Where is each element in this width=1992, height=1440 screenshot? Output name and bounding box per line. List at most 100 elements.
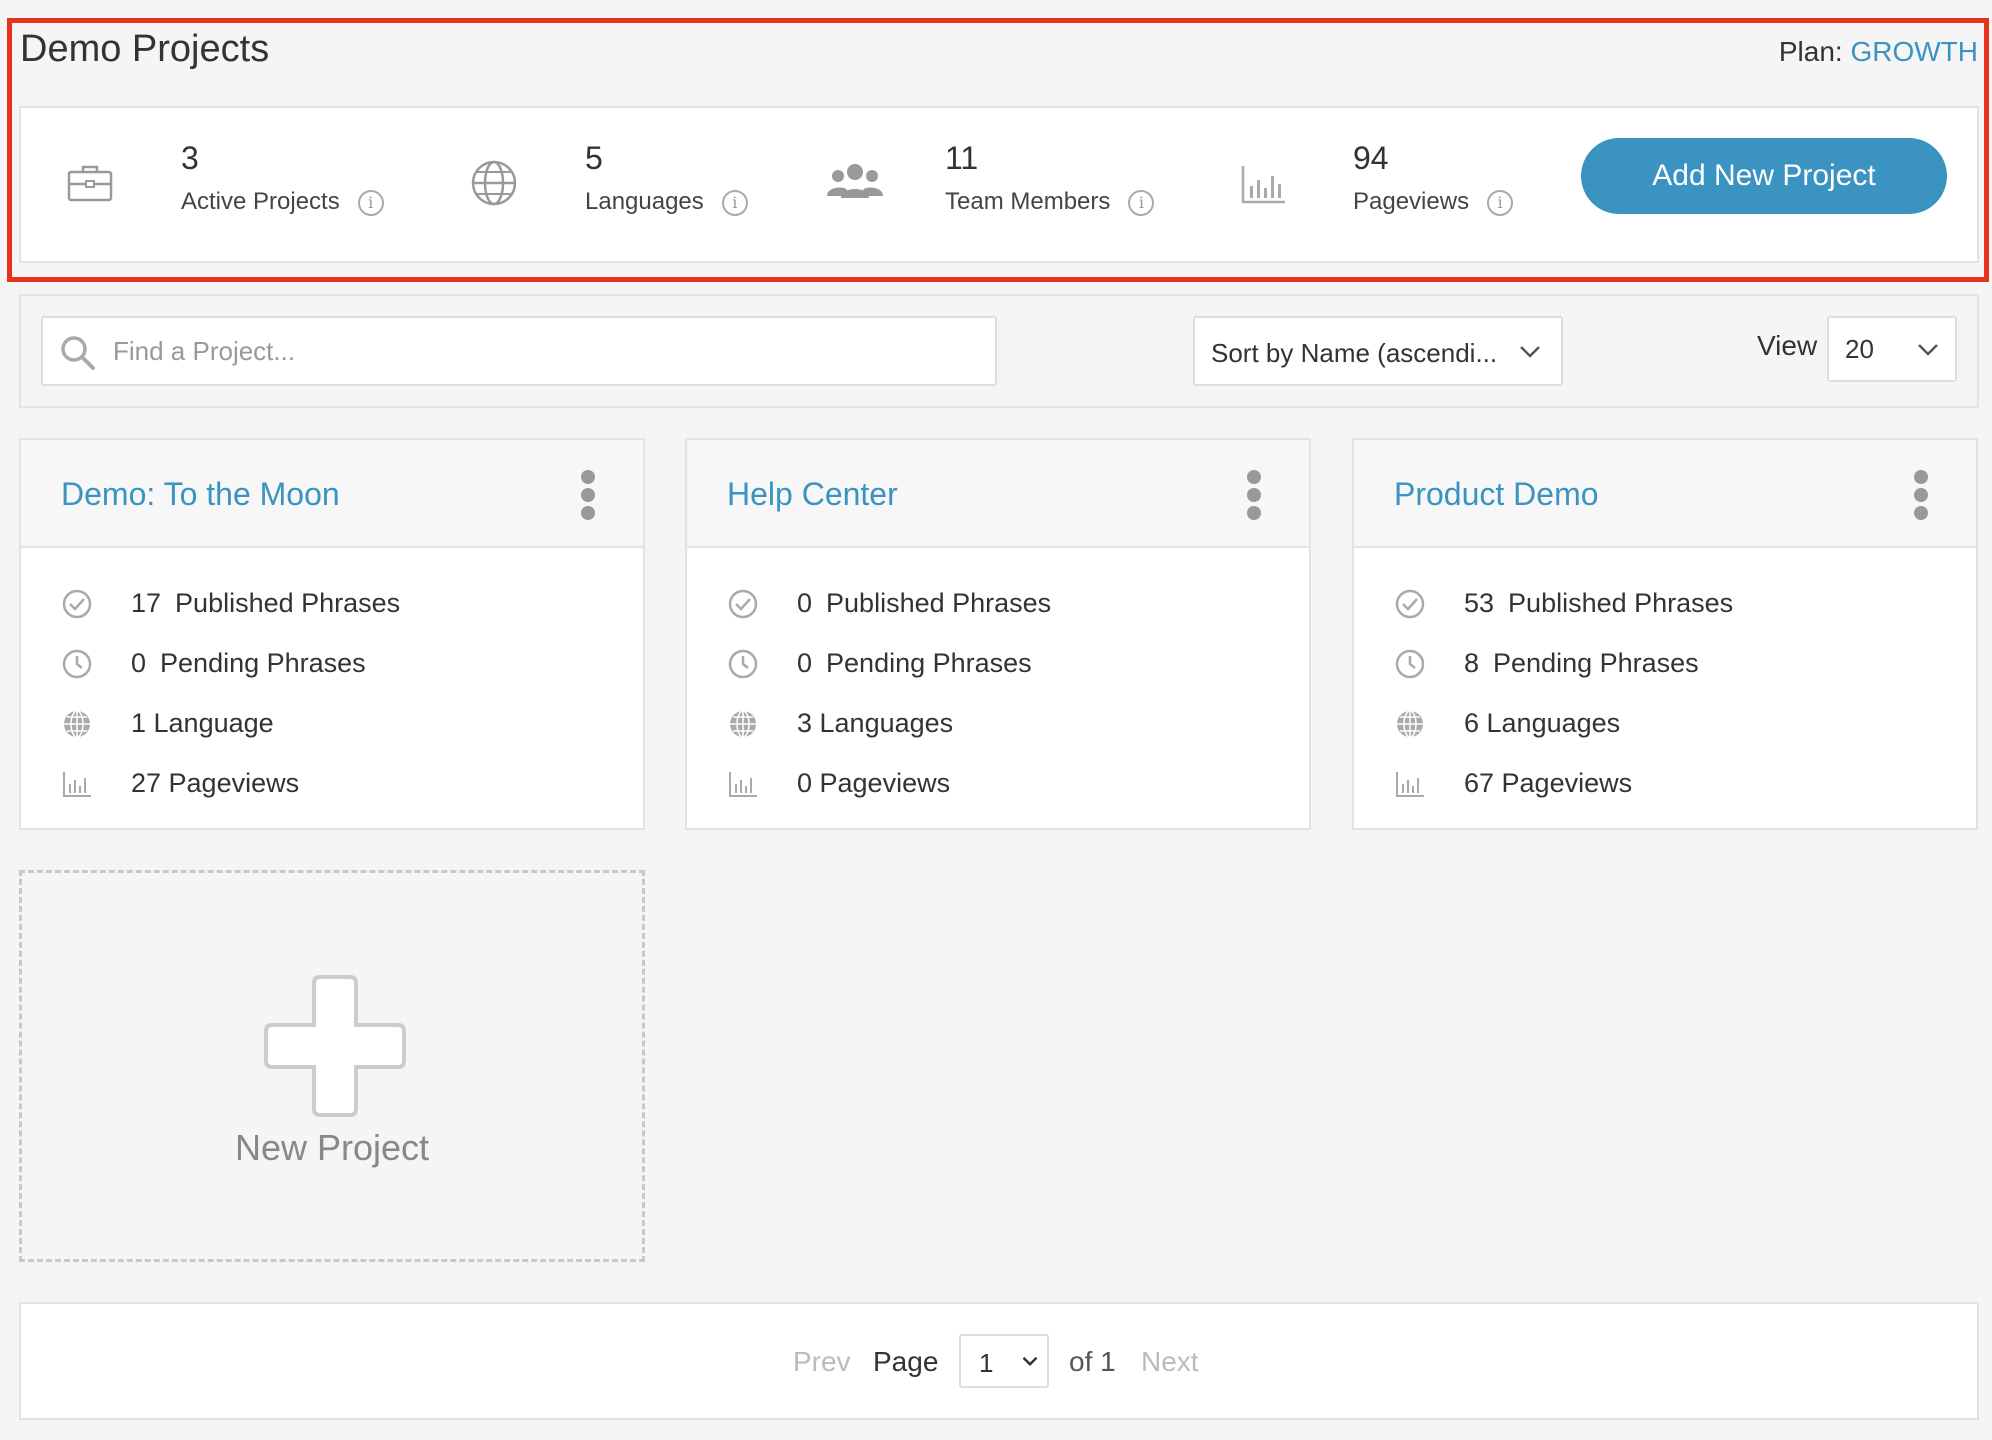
pageviews-label-text: Pageviews: [1353, 188, 1470, 215]
published-phrases-row: 0 Published Phrases: [727, 584, 1287, 624]
page-total: of 1: [1069, 1346, 1116, 1377]
languages-label-text: Languages: [585, 188, 704, 215]
users-icon: [827, 164, 883, 198]
globe-icon: [1397, 710, 1423, 738]
team-members-label-text: Team Members: [945, 188, 1111, 215]
plan-name-link[interactable]: GROWTH: [1850, 36, 1978, 67]
languages-row: 6 Languages: [1394, 704, 1954, 744]
new-project-tile[interactable]: New Project: [19, 870, 645, 1262]
card-header: Demo: To the Moon: [21, 440, 643, 548]
chevron-down-icon: [1520, 346, 1540, 358]
languages-row: 1 Language: [61, 704, 621, 744]
globe-icon: [471, 160, 517, 206]
project-card: Help Center 0 Published Phrases 0 Pending …: [685, 438, 1311, 830]
search-input[interactable]: [113, 328, 973, 374]
check-circle-icon: [62, 589, 92, 619]
new-project-label: New Project: [234, 1127, 430, 1168]
pageviews-text: 67 Pageviews: [1464, 768, 1633, 798]
stat-languages: 5 Languages i: [469, 108, 769, 265]
pending-phrases-row: 0 Pending Phrases: [727, 644, 1287, 684]
search-box[interactable]: [41, 316, 997, 386]
languages-label: Languages i: [585, 188, 748, 216]
pageviews-value: 94: [1353, 140, 1389, 176]
stat-active-projects: 3 Active Projects i: [65, 108, 384, 265]
languages-text: 1 Language: [131, 708, 274, 738]
active-projects-label-text: Active Projects: [181, 188, 340, 215]
published-phrases-row: 53 Published Phrases: [1394, 584, 1954, 624]
team-members-value: 11: [945, 140, 979, 176]
team-members-label: Team Members i: [945, 188, 1155, 216]
card-header: Help Center: [687, 440, 1309, 548]
clock-icon: [728, 649, 758, 679]
view-count-select[interactable]: 20: [1827, 316, 1957, 382]
languages-text: 6 Languages: [1464, 708, 1621, 738]
view-label: View: [1757, 330, 1818, 361]
search-icon: [61, 336, 95, 370]
plan-indicator: Plan: GROWTH: [1779, 36, 1978, 68]
pageviews-text: 0 Pageviews: [797, 768, 951, 798]
bar-chart-icon: [729, 772, 757, 797]
pageviews-row: 27 Pageviews: [61, 764, 621, 804]
pageviews-text: 27 Pageviews: [131, 768, 300, 798]
kebab-menu-icon[interactable]: [1914, 470, 1928, 520]
published-count: 53: [1464, 588, 1495, 618]
card-header: Product Demo: [1354, 440, 1976, 548]
page-select[interactable]: 1: [959, 1334, 1049, 1388]
bar-chart-icon: [1396, 772, 1424, 797]
languages-value: 5: [585, 140, 603, 176]
info-icon[interactable]: i: [1487, 189, 1514, 216]
stat-pageviews: 94 Pageviews i: [1239, 108, 1539, 265]
active-projects-label: Active Projects i: [181, 188, 384, 216]
project-title-link[interactable]: Demo: To the Moon: [61, 476, 340, 513]
briefcase-icon: [67, 165, 113, 202]
view-count-value: 20: [1845, 334, 1874, 364]
pending-count: 0: [131, 648, 147, 678]
info-icon[interactable]: i: [1128, 189, 1155, 216]
published-count: 17: [131, 588, 162, 618]
info-icon[interactable]: i: [721, 189, 748, 216]
pageviews-label: Pageviews i: [1353, 188, 1514, 216]
project-title-link[interactable]: Help Center: [727, 476, 898, 513]
filter-bar: Sort by Name (ascendi... View 20: [19, 294, 1979, 408]
add-new-project-button[interactable]: Add New Project: [1581, 138, 1947, 214]
clock-icon: [62, 649, 92, 679]
check-circle-icon: [728, 589, 758, 619]
published-phrases-row: 17 Published Phrases: [61, 584, 621, 624]
next-page-link[interactable]: Next: [1141, 1346, 1199, 1378]
pending-label: Pending Phrases: [826, 648, 1032, 678]
kebab-menu-icon[interactable]: [581, 470, 595, 520]
chevron-down-icon: [1022, 1356, 1038, 1367]
languages-text: 3 Languages: [797, 708, 954, 738]
pending-phrases-row: 0 Pending Phrases: [61, 644, 621, 684]
bar-chart-icon: [1241, 166, 1285, 204]
published-label: Published Phrases: [1508, 588, 1734, 618]
pending-label: Pending Phrases: [160, 648, 366, 678]
prev-page-link[interactable]: Prev: [793, 1346, 851, 1378]
languages-row: 3 Languages: [727, 704, 1287, 744]
active-projects-value: 3: [181, 140, 199, 176]
plan-label: Plan:: [1778, 36, 1843, 67]
bar-chart-icon: [63, 772, 91, 797]
page-value: 1: [979, 1348, 994, 1378]
project-card: Demo: To the Moon 17 Published Phrases 0P…: [19, 438, 645, 830]
published-label: Published Phrases: [826, 588, 1052, 618]
stat-team-members: 11 Team Members i: [825, 108, 1165, 265]
pagination-bar: Prev Page 1 of 1 Next: [19, 1302, 1979, 1420]
plus-icon: [264, 975, 406, 1117]
sort-select[interactable]: Sort by Name (ascendi...: [1193, 316, 1563, 386]
pending-label: Pending Phrases: [1493, 648, 1699, 678]
published-label: Published Phrases: [175, 588, 401, 618]
check-circle-icon: [1395, 589, 1425, 619]
project-card: Product Demo 53 Published Phrases 8 Pendin…: [1352, 438, 1978, 830]
pageviews-row: 67 Pageviews: [1394, 764, 1954, 804]
pageviews-row: 0 Pageviews: [727, 764, 1287, 804]
globe-icon: [730, 710, 756, 738]
pending-count: 8: [1464, 648, 1480, 678]
page-title: Demo Projects: [20, 28, 270, 70]
kebab-menu-icon[interactable]: [1247, 470, 1261, 520]
project-title-link[interactable]: Product Demo: [1394, 476, 1599, 513]
globe-icon: [64, 710, 90, 738]
info-icon[interactable]: i: [357, 189, 384, 216]
clock-icon: [1395, 649, 1425, 679]
stats-bar: 3 Active Projects i 5 Languages i 11 Team …: [19, 106, 1979, 263]
